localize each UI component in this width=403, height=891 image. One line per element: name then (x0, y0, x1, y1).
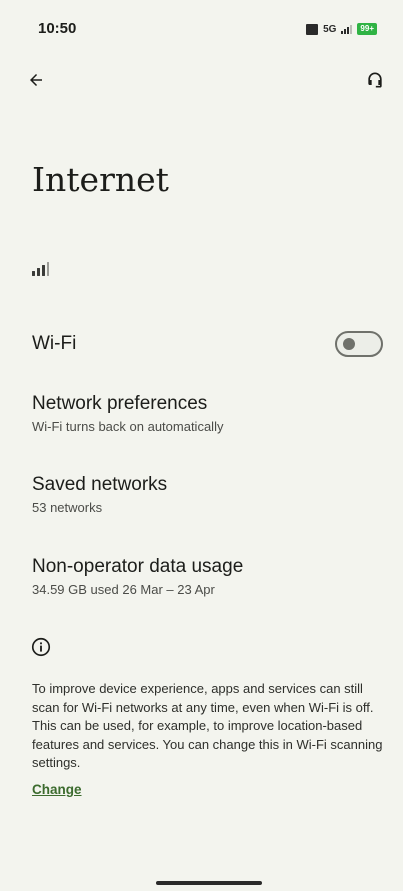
wifi-row[interactable]: Wi-Fi (32, 330, 385, 358)
page-title: Internet (32, 160, 169, 199)
saved-networks-subtitle: 53 networks (32, 500, 103, 515)
status-bar: 10:50 5G 99+ (0, 0, 403, 56)
saved-networks-item[interactable]: Saved networks 53 networks (32, 473, 385, 517)
wifi-label: Wi-Fi (32, 333, 77, 354)
network-preferences-item[interactable]: Network preferences Wi-Fi turns back on … (32, 392, 385, 436)
network-type-label: 5G (323, 23, 337, 35)
arrow-back-icon (30, 74, 42, 86)
change-link[interactable]: Change (32, 782, 82, 797)
wifi-toggle-knob (343, 338, 355, 350)
data-usage-item[interactable]: Non-operator data usage 34.59 GB used 26… (32, 555, 385, 599)
wifi-scanning-info-text: To improve device experience, apps and s… (32, 681, 383, 771)
wifi-toggle[interactable] (335, 331, 383, 357)
info-icon (31, 637, 51, 657)
help-feedback-button[interactable] (359, 64, 391, 96)
network-preferences-subtitle: Wi-Fi turns back on automatically (32, 419, 224, 434)
network-preferences-title: Network preferences (32, 393, 208, 414)
battery-indicator: 99+ (357, 23, 377, 35)
help-feedback-icon (368, 72, 382, 88)
gesture-navigation-bar[interactable] (156, 881, 262, 885)
status-signal-icon (341, 24, 353, 34)
saved-networks-title: Saved networks (32, 474, 168, 495)
status-time: 10:50 (38, 20, 77, 37)
cell-signal-icon[interactable] (32, 262, 49, 276)
data-usage-subtitle: 34.59 GB used 26 Mar – 23 Apr (32, 582, 215, 597)
status-icons: 5G 99+ (306, 22, 377, 36)
back-button[interactable] (20, 64, 52, 96)
sim-card-icon (306, 23, 319, 35)
data-usage-title: Non-operator data usage (32, 556, 244, 577)
